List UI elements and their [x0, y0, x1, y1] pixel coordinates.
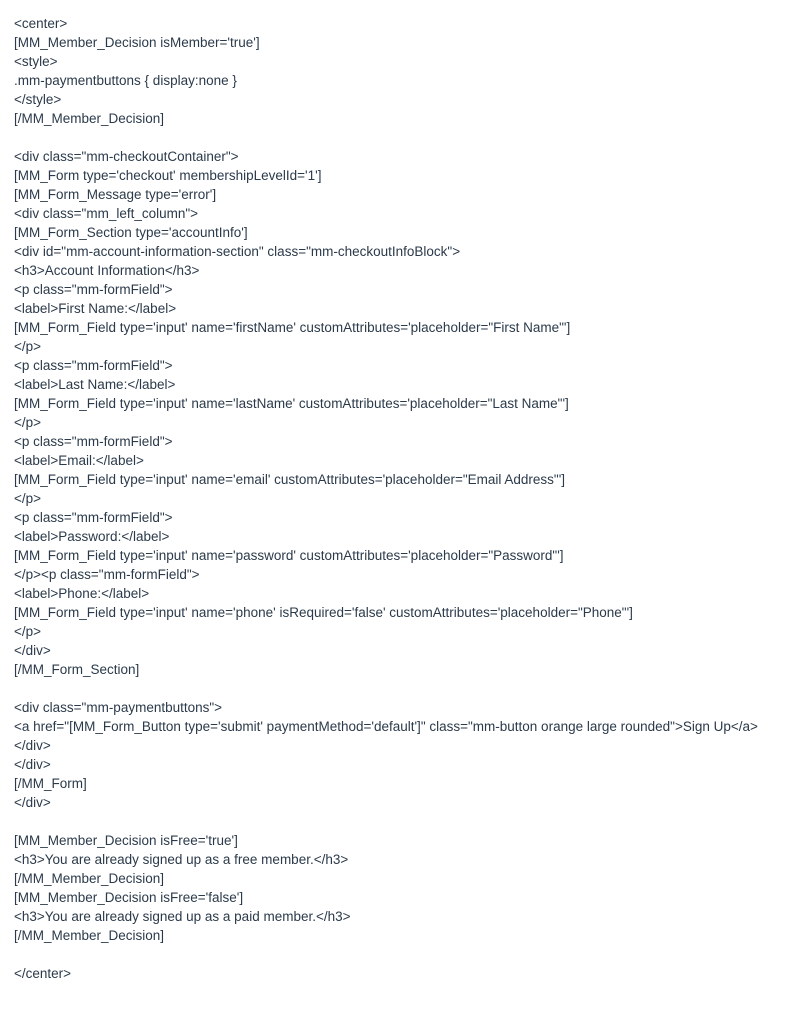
code-line: [MM_Form_Section type='accountInfo']: [14, 223, 796, 242]
code-line: <label>Password:</label>: [14, 527, 796, 546]
code-line: <div id="mm-account-information-section"…: [14, 242, 796, 261]
code-line: </div>: [14, 736, 796, 755]
code-line: [MM_Form type='checkout' membershipLevel…: [14, 166, 796, 185]
code-line: </div>: [14, 793, 796, 812]
code-line: [MM_Member_Decision isMember='true']: [14, 33, 796, 52]
code-line: [/MM_Form]: [14, 774, 796, 793]
code-line: </p>: [14, 337, 796, 356]
code-line: <p class="mm-formField">: [14, 280, 796, 299]
code-line: <a href="[MM_Form_Button type='submit' p…: [14, 717, 796, 736]
code-line: [14, 128, 796, 147]
code-line: <label>Email:</label>: [14, 451, 796, 470]
code-line: <p class="mm-formField">: [14, 508, 796, 527]
code-line: [MM_Member_Decision isFree='true']: [14, 831, 796, 850]
code-line: [MM_Form_Message type='error']: [14, 185, 796, 204]
code-line: [/MM_Member_Decision]: [14, 926, 796, 945]
code-line: [MM_Form_Field type='input' name='firstN…: [14, 318, 796, 337]
code-line: <label>Last Name:</label>: [14, 375, 796, 394]
code-line: <label>First Name:</label>: [14, 299, 796, 318]
code-line: [/MM_Member_Decision]: [14, 109, 796, 128]
code-line: </p>: [14, 622, 796, 641]
code-line: [/MM_Member_Decision]: [14, 869, 796, 888]
code-line: </div>: [14, 755, 796, 774]
code-line: <h3>You are already signed up as a paid …: [14, 907, 796, 926]
code-line: <div class="mm-paymentbuttons">: [14, 698, 796, 717]
code-line: <label>Phone:</label>: [14, 584, 796, 603]
code-line: </div>: [14, 641, 796, 660]
code-line: [14, 812, 796, 831]
code-line: </p><p class="mm-formField">: [14, 565, 796, 584]
code-snippet: <center>[MM_Member_Decision isMember='tr…: [14, 14, 796, 983]
code-line: <h3>Account Information</h3>: [14, 261, 796, 280]
code-line: <div class="mm-checkoutContainer">: [14, 147, 796, 166]
code-line: [MM_Form_Field type='input' name='email'…: [14, 470, 796, 489]
code-line: [MM_Form_Field type='input' name='phone'…: [14, 603, 796, 622]
code-line: .mm-paymentbuttons { display:none }: [14, 71, 796, 90]
code-line: <p class="mm-formField">: [14, 356, 796, 375]
code-line: <style>: [14, 52, 796, 71]
code-line: </style>: [14, 90, 796, 109]
code-line: [14, 945, 796, 964]
code-line: </center>: [14, 964, 796, 983]
code-line: [MM_Form_Field type='input' name='passwo…: [14, 546, 796, 565]
code-line: [14, 679, 796, 698]
code-line: <center>: [14, 14, 796, 33]
code-line: [MM_Form_Field type='input' name='lastNa…: [14, 394, 796, 413]
code-line: <h3>You are already signed up as a free …: [14, 850, 796, 869]
code-line: [/MM_Form_Section]: [14, 660, 796, 679]
code-line: <div class="mm_left_column">: [14, 204, 796, 223]
code-line: </p>: [14, 489, 796, 508]
code-line: [MM_Member_Decision isFree='false']: [14, 888, 796, 907]
code-line: <p class="mm-formField">: [14, 432, 796, 451]
code-line: </p>: [14, 413, 796, 432]
